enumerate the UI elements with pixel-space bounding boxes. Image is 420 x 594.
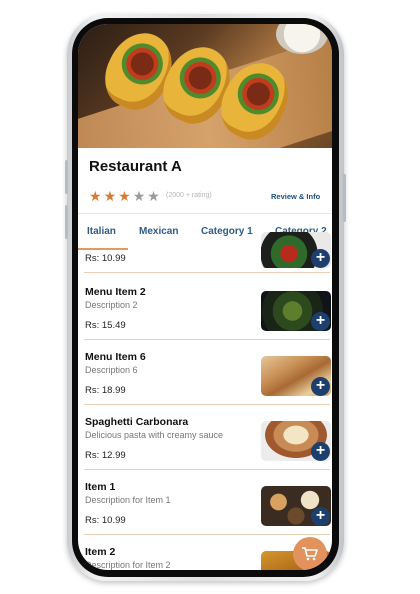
tab-mexican[interactable]: Mexican — [139, 226, 178, 237]
add-to-cart-button[interactable]: + — [311, 312, 330, 331]
item-price: Rs: 10.99 — [85, 515, 126, 526]
item-description: Description for Item 2 — [85, 560, 171, 570]
tab-category-1[interactable]: Category 1 — [201, 226, 253, 237]
item-separator — [84, 339, 330, 340]
volume-up-button — [65, 160, 68, 194]
item-name: Item 2 — [85, 546, 116, 558]
star-icon: ★ — [118, 188, 131, 204]
add-to-cart-button[interactable]: + — [311, 442, 330, 461]
item-description: Description 6 — [85, 365, 138, 375]
item-price: Rs: 12.99 — [85, 450, 126, 461]
item-name: Menu Item 6 — [85, 351, 146, 363]
add-to-cart-button[interactable]: + — [311, 377, 330, 396]
review-info-link[interactable]: Review & Info — [271, 192, 320, 201]
item-price: Rs: 18.99 — [85, 385, 126, 396]
item-separator — [84, 272, 330, 273]
stage: Restaurant A ★ ★ ★ ★ ★ (2000 + rating) Revie… — [0, 0, 420, 594]
item-name: Menu Item 2 — [85, 286, 146, 298]
item-separator — [84, 469, 330, 470]
restaurant-hero-image — [78, 24, 332, 148]
item-separator — [84, 534, 330, 535]
star-icon: ★ — [132, 188, 146, 204]
item-description: Description 2 — [85, 300, 138, 310]
star-icon: ★ — [147, 188, 160, 204]
restaurant-name: Restaurant A — [89, 158, 182, 175]
rating-stars: ★ ★ ★ ★ ★ — [89, 189, 160, 203]
active-tab-indicator — [78, 248, 128, 250]
item-price: Rs: 10.99 — [85, 253, 126, 264]
power-button — [343, 174, 346, 222]
app-screen: Restaurant A ★ ★ ★ ★ ★ (2000 + rating) Revie… — [78, 24, 332, 570]
item-name: Item 1 — [85, 481, 116, 493]
item-name: Spaghetti Carbonara — [85, 416, 189, 428]
tab-italian[interactable]: Italian — [87, 226, 116, 237]
item-price: Rs: 15.49 — [85, 320, 126, 331]
rating-count: (2000 + rating) — [166, 192, 212, 199]
star-icon: ★ — [89, 188, 102, 204]
item-description: Delicious pasta with creamy sauce — [85, 430, 224, 440]
star-icon: ★ — [103, 188, 117, 204]
item-separator — [84, 404, 330, 405]
add-to-cart-button[interactable]: + — [311, 507, 330, 526]
add-to-cart-button[interactable]: + — [311, 249, 330, 268]
item-description: Description for Item 1 — [85, 495, 171, 505]
cart-button[interactable] — [293, 537, 327, 570]
volume-down-button — [65, 205, 68, 239]
shopping-cart-icon — [302, 547, 318, 561]
